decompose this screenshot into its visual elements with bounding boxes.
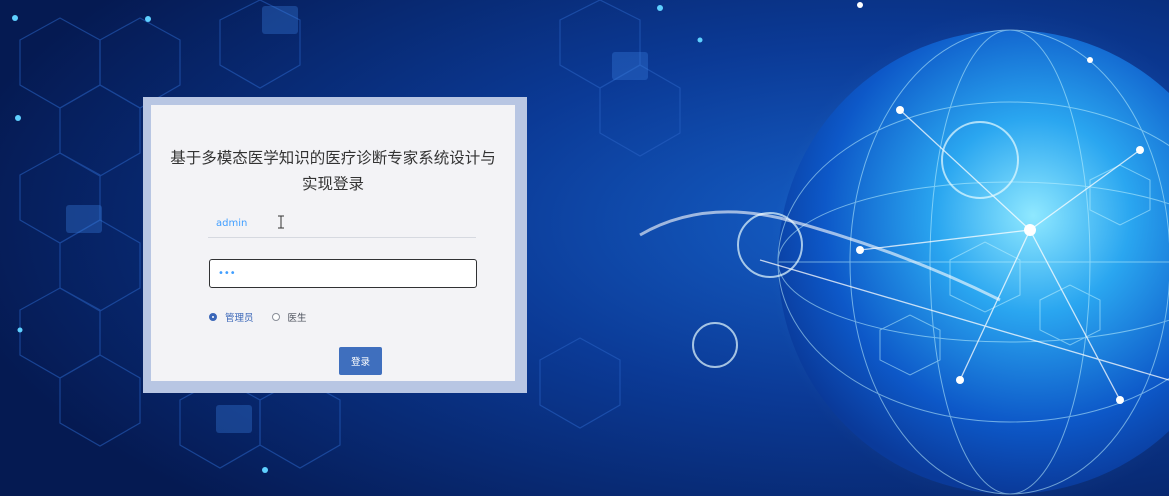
username-input[interactable]	[208, 209, 476, 237]
role-option-label: 医生	[287, 313, 307, 324]
page-title: 基于多模态医学知识的医疗诊断专家系统设计与实现登录	[170, 149, 496, 193]
login-card: 基于多模态医学知识的医疗诊断专家系统设计与实现登录 管理员 医生 登录	[151, 105, 515, 381]
radio-unchecked-icon[interactable]	[271, 313, 280, 321]
username-field-wrapper	[208, 209, 476, 238]
role-option-label: 管理员	[225, 313, 254, 324]
role-option-admin[interactable]: 管理员	[209, 310, 254, 324]
role-option-doctor[interactable]: 医生	[271, 310, 307, 324]
radio-checked-icon[interactable]	[209, 313, 217, 321]
login-panel-frame: 基于多模态医学知识的医疗诊断专家系统设计与实现登录 管理员 医生 登录	[143, 97, 527, 393]
password-input[interactable]	[209, 259, 477, 288]
text-cursor-icon	[278, 215, 284, 229]
role-radio-group: 管理员 医生	[209, 310, 307, 324]
login-button[interactable]: 登录	[339, 347, 382, 375]
